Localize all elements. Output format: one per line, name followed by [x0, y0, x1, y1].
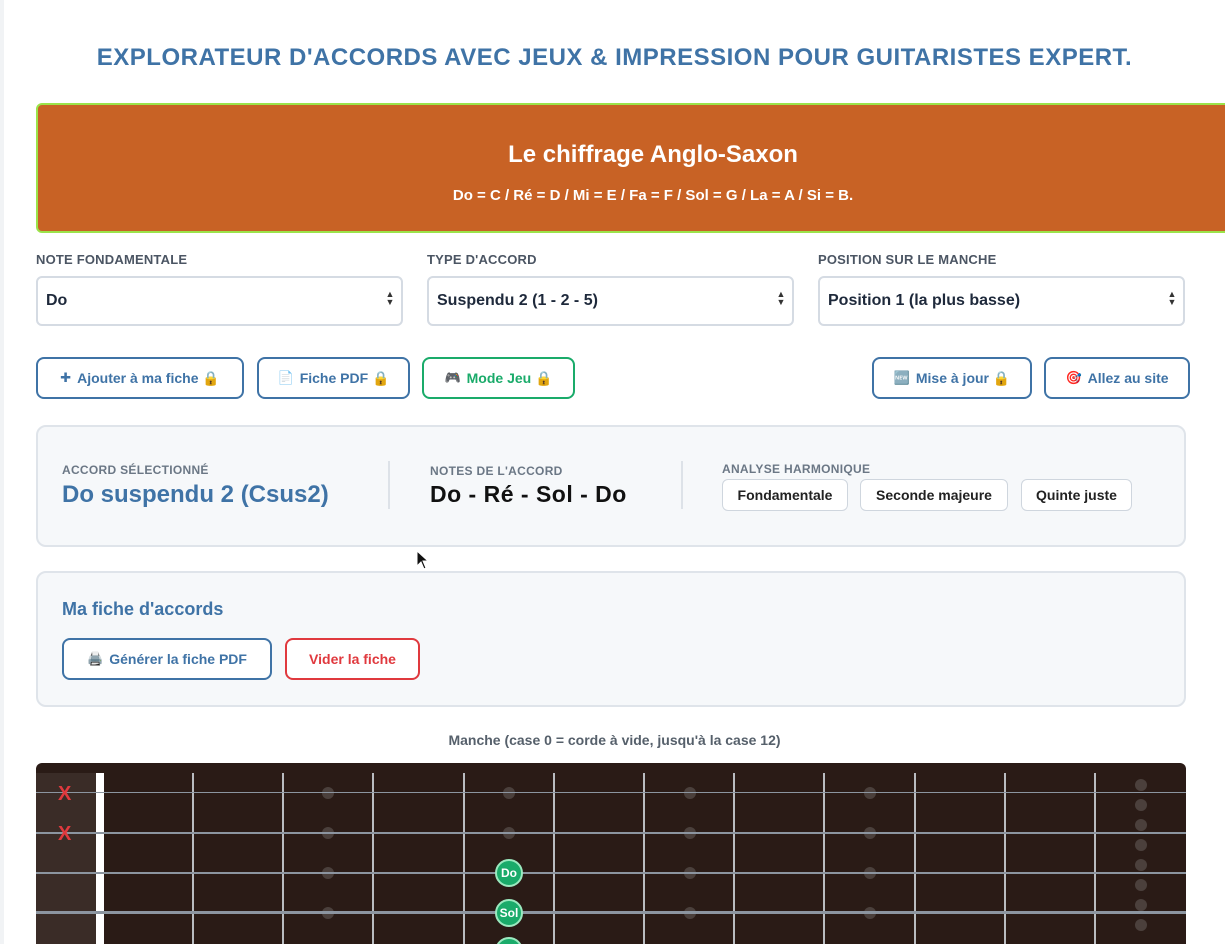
visit-site-label: Allez au site	[1087, 370, 1169, 386]
banner-text: Do = C / Ré = D / Mi = E / Fa = F / Sol …	[452, 187, 854, 204]
fret-marker	[864, 787, 876, 799]
chord-notes: Do - Ré - Sol - Do	[430, 481, 627, 507]
fret-marker	[684, 787, 696, 799]
update-label: Mise à jour 🔒	[915, 369, 1011, 386]
root-note-value: Do	[46, 292, 68, 309]
neck-position-select[interactable]: Position 1 (la plus basse) ▲ ▼	[818, 276, 1185, 326]
target-icon: 🎯	[1065, 370, 1082, 385]
chord-sheet-panel: Ma fiche d'accords 🖨️ Générer la fiche P…	[36, 571, 1186, 707]
fret-line	[643, 773, 645, 944]
guitar-string	[36, 792, 1186, 793]
interval-tag: Fondamentale	[722, 479, 848, 511]
select-arrows-icon: ▲ ▼	[776, 289, 786, 307]
fret-line	[1004, 773, 1006, 944]
fret-line	[372, 773, 374, 944]
fret-line	[823, 773, 825, 944]
fret-marker	[1135, 819, 1147, 831]
note-marker[interactable]	[495, 937, 523, 944]
banner-title: Le chiffrage Anglo-Saxon	[508, 141, 798, 168]
pdf-sheet-button[interactable]: 📄 Fiche PDF 🔒	[257, 357, 410, 399]
chord-type-select[interactable]: Suspendu 2 (1 - 2 - 5) ▲ ▼	[427, 276, 794, 326]
guitar-string	[36, 872, 1186, 874]
interval-tag: Seconde majeure	[860, 479, 1008, 511]
divider	[388, 461, 390, 509]
fretboard: X X Do Sol	[36, 763, 1186, 944]
mouse-cursor-icon	[416, 550, 430, 570]
game-mode-label: Mode Jeu 🔒	[466, 369, 553, 386]
fret-marker	[1135, 919, 1147, 931]
new-icon: 🆕	[893, 370, 910, 385]
plus-icon: ✚	[60, 370, 72, 385]
clear-sheet-button[interactable]: Vider la fiche	[285, 638, 420, 680]
selected-chord-caption: ACCORD SÉLECTIONNÉ	[62, 463, 209, 477]
muted-string-marker[interactable]: X	[58, 783, 71, 806]
chord-sheet-title: Ma fiche d'accords	[62, 599, 224, 619]
add-to-sheet-label: Ajouter à ma fiche 🔒	[77, 369, 220, 386]
guitar-string	[36, 832, 1186, 834]
fret-line	[553, 773, 555, 944]
fret-marker	[1135, 859, 1147, 871]
generate-pdf-label: Générer la fiche PDF	[109, 651, 247, 667]
fret-line	[914, 773, 916, 944]
root-note-select[interactable]: Do ▲ ▼	[36, 276, 403, 326]
note-marker[interactable]: Do	[495, 859, 523, 887]
chord-notes-caption: NOTES DE L'ACCORD	[430, 464, 563, 478]
generate-pdf-button[interactable]: 🖨️ Générer la fiche PDF	[62, 638, 272, 680]
clear-sheet-label: Vider la fiche	[309, 651, 396, 667]
gamepad-icon: 🎮	[444, 370, 461, 385]
fret-marker	[1135, 779, 1147, 791]
chord-type-value: Suspendu 2 (1 - 2 - 5)	[437, 292, 598, 309]
fret-marker	[1135, 899, 1147, 911]
printer-icon: 🖨️	[87, 651, 104, 666]
nut	[96, 773, 104, 944]
page: EXPLORATEUR D'ACCORDS AVEC JEUX & IMPRES…	[4, 0, 1225, 944]
page-title: EXPLORATEUR D'ACCORDS AVEC JEUX & IMPRES…	[96, 44, 1133, 71]
fret-marker	[1135, 839, 1147, 851]
update-button[interactable]: 🆕 Mise à jour 🔒	[872, 357, 1032, 399]
add-to-sheet-button[interactable]: ✚ Ajouter à ma fiche 🔒	[36, 357, 244, 399]
fret-line	[463, 773, 465, 944]
note-marker[interactable]: Sol	[495, 899, 523, 927]
game-mode-button[interactable]: 🎮 Mode Jeu 🔒	[422, 357, 575, 399]
fret-line	[1094, 773, 1096, 944]
fret-line	[282, 773, 284, 944]
interval-tag: Quinte juste	[1021, 479, 1132, 511]
fret-marker	[322, 787, 334, 799]
harmonic-analysis-caption: ANALYSE HARMONIQUE	[722, 462, 871, 476]
fret-marker	[1135, 879, 1147, 891]
selected-chord-name: Do suspendu 2 (Csus2)	[62, 481, 329, 508]
fret-marker	[1135, 799, 1147, 811]
neck-position-label: POSITION SUR LE MANCHE	[818, 252, 997, 267]
pdf-sheet-label: Fiche PDF 🔒	[299, 369, 390, 386]
chord-info-panel: ACCORD SÉLECTIONNÉ Do suspendu 2 (Csus2)…	[36, 425, 1186, 547]
fret-marker	[503, 787, 515, 799]
root-note-label: NOTE FONDAMENTALE	[36, 252, 188, 267]
select-arrows-icon: ▲ ▼	[385, 289, 395, 307]
fret-line	[733, 773, 735, 944]
document-icon: 📄	[277, 370, 294, 385]
divider	[681, 461, 683, 509]
notation-banner: Le chiffrage Anglo-Saxon Do = C / Ré = D…	[36, 103, 1225, 233]
fretboard-caption: Manche (case 0 = corde à vide, jusqu'à l…	[448, 732, 781, 748]
visit-site-button[interactable]: 🎯 Allez au site	[1044, 357, 1190, 399]
chord-type-label: TYPE D'ACCORD	[427, 252, 537, 267]
fret-line	[192, 773, 194, 944]
select-arrows-icon: ▲ ▼	[1167, 289, 1177, 307]
guitar-string	[36, 911, 1186, 914]
neck-position-value: Position 1 (la plus basse)	[828, 292, 1021, 309]
muted-string-marker[interactable]: X	[58, 823, 71, 846]
